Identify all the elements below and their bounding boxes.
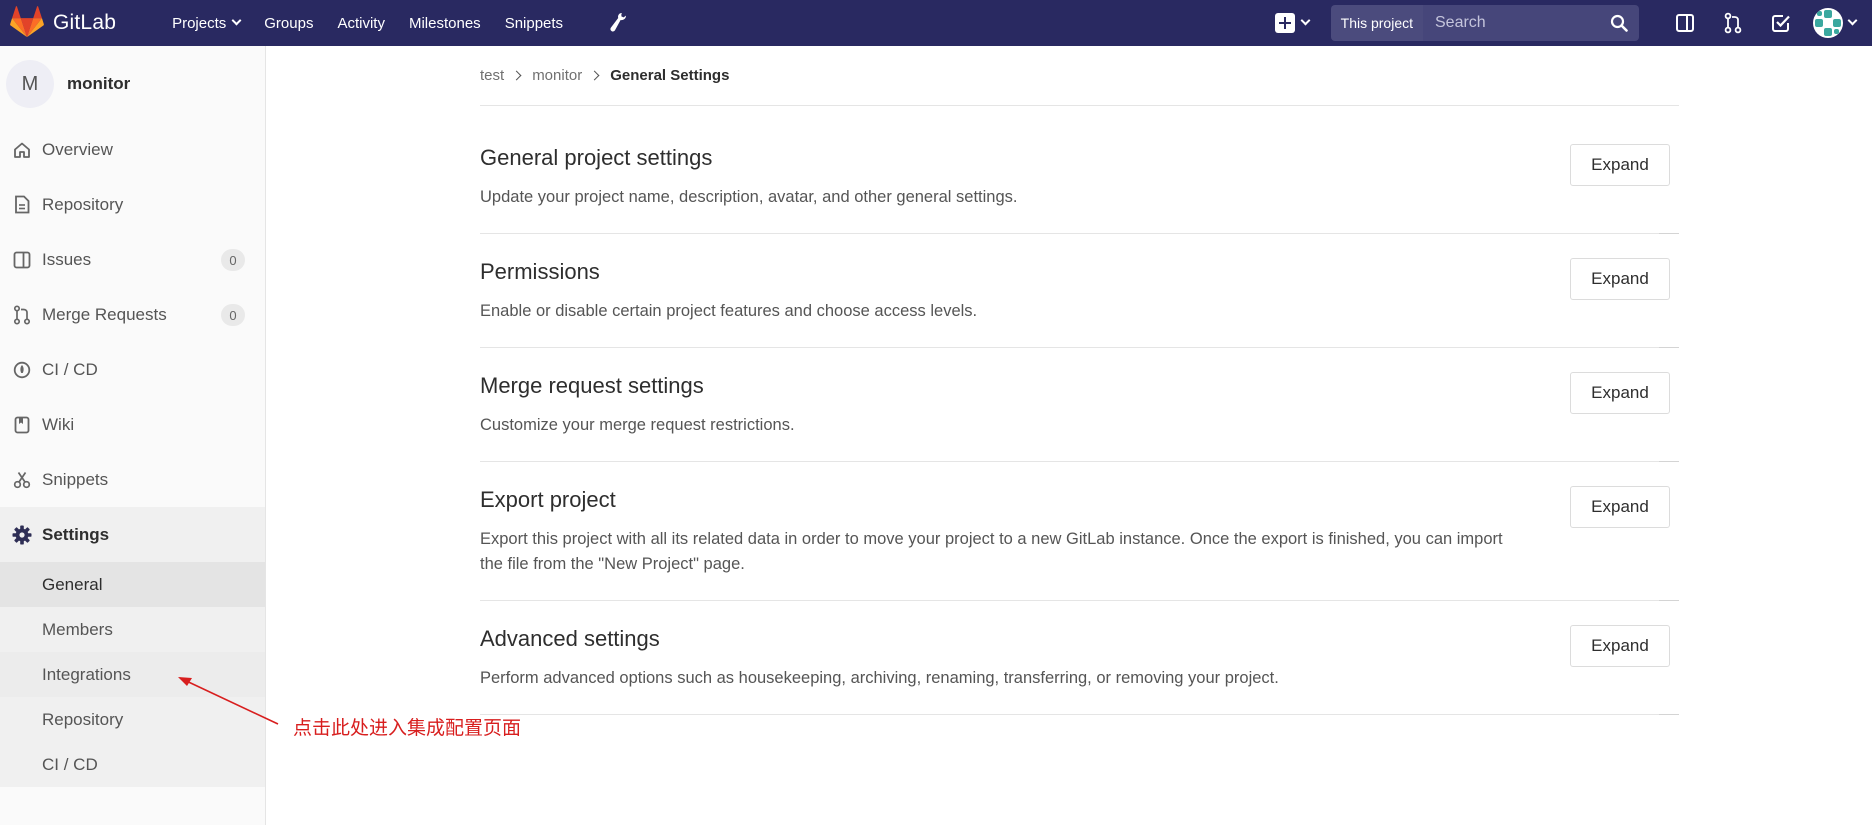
section-description: Enable or disable certain project featur… [480, 302, 978, 320]
sidebar-item-label: Settings [42, 524, 110, 544]
expand-button-advanced[interactable]: Expand [1570, 625, 1670, 667]
search-input[interactable] [1423, 5, 1599, 41]
search-box: This project [1330, 5, 1639, 41]
sidebar-item-wiki[interactable]: Wiki [0, 397, 265, 452]
settings-sub-general[interactable]: General [0, 562, 265, 607]
gitlab-home-link[interactable]: GitLab [0, 0, 116, 46]
project-name: monitor [67, 74, 131, 93]
settings-section-merge-requests: Merge request settings Customize your me… [480, 348, 1679, 462]
search-icon [1610, 14, 1628, 32]
search-button[interactable] [1599, 5, 1639, 41]
section-divider [1659, 714, 1679, 715]
rocket-icon [12, 360, 32, 380]
search-scope-badge[interactable]: This project [1330, 5, 1423, 41]
breadcrumb-link-test[interactable]: test [480, 67, 504, 84]
nav-activity-label: Activity [337, 14, 385, 32]
merge-request-icon [1724, 12, 1742, 34]
book-icon [12, 415, 32, 435]
nav-milestones[interactable]: Milestones [397, 0, 493, 46]
annotation-arrow-icon [178, 677, 279, 725]
settings-section-permissions: Permissions Enable or disable certain pr… [480, 234, 1679, 348]
nav-projects[interactable]: Projects [160, 0, 252, 46]
settings-sub-members[interactable]: Members [0, 607, 265, 652]
section-title: Permissions [480, 259, 600, 284]
nav-snippets[interactable]: Snippets [493, 0, 575, 46]
brand-name: GitLab [53, 11, 117, 34]
sidebar-item-issues[interactable]: Issues 0 [0, 232, 265, 287]
expand-button-export[interactable]: Expand [1570, 486, 1670, 528]
section-description: Customize your merge request restriction… [480, 416, 795, 434]
user-avatar[interactable] [1813, 8, 1843, 38]
sidebar-item-label: Merge Requests [42, 304, 167, 324]
chevron-right-icon [589, 70, 600, 81]
sidebar-item-snippets[interactable]: Snippets [0, 452, 265, 507]
scissors-icon [12, 470, 32, 490]
plus-icon [1274, 13, 1295, 33]
sidebar-item-label: Repository [42, 194, 124, 214]
main-nav: Projects Groups Activity Milestones Snip… [160, 0, 575, 46]
home-icon [12, 140, 32, 160]
sidebar-item-label: Overview [42, 139, 113, 159]
top-navbar: GitLab Projects Groups Activity Mileston… [0, 0, 1872, 46]
settings-sub-ci-cd[interactable]: CI / CD [0, 742, 265, 787]
nav-snippets-label: Snippets [504, 14, 564, 32]
project-avatar: M [6, 60, 54, 108]
settings-section-advanced: Advanced settings Perform advanced optio… [480, 601, 1679, 715]
sidebar-item-merge-requests[interactable]: Merge Requests 0 [0, 287, 265, 342]
merge-request-icon [12, 304, 32, 325]
section-description: Perform advanced options such as houseke… [480, 669, 1279, 687]
navbar-right: This project [1274, 0, 1872, 46]
section-title: General project settings [480, 145, 713, 170]
chevron-right-icon [511, 70, 522, 81]
sidebar-item-label: CI / CD [42, 359, 98, 379]
issues-count-badge: 0 [221, 249, 245, 271]
expand-button-permissions[interactable]: Expand [1570, 258, 1670, 300]
breadcrumb-current[interactable]: General Settings [610, 67, 729, 84]
breadcrumb: test monitor General Settings [480, 46, 1679, 106]
issues-icon [1676, 14, 1694, 32]
annotation-text: 点击此处进入集成配置页面 [293, 717, 522, 739]
expand-button-general[interactable]: Expand [1570, 144, 1670, 186]
nav-groups[interactable]: Groups [252, 0, 325, 46]
settings-section-export: Export project Export this project with … [480, 462, 1679, 601]
checkbox-icon [1772, 15, 1790, 32]
sidebar-item-ci-cd[interactable]: CI / CD [0, 342, 265, 397]
todo-sidebar-toggle[interactable] [1661, 0, 1709, 46]
gear-icon [12, 525, 32, 545]
section-description: Export this project with all its related… [480, 530, 1503, 573]
sidebar-item-repository[interactable]: Repository [0, 177, 265, 232]
admin-area-link[interactable] [609, 0, 627, 46]
chevron-down-icon [231, 15, 242, 26]
file-icon [12, 195, 32, 215]
gitlab-logo-icon [10, 6, 44, 38]
chevron-down-icon[interactable] [1847, 15, 1858, 26]
sidebar-item-overview[interactable]: Overview [0, 122, 265, 177]
expand-button-merge-requests[interactable]: Expand [1570, 372, 1670, 414]
merge-requests-link[interactable] [1709, 0, 1757, 46]
merge-requests-count-badge: 0 [221, 304, 245, 326]
project-header[interactable]: M monitor [0, 46, 265, 122]
settings-section-general: General project settings Update your pro… [480, 106, 1679, 234]
section-description: Update your project name, description, a… [480, 188, 1018, 206]
nav-groups-label: Groups [264, 14, 314, 32]
breadcrumb-link-monitor[interactable]: monitor [532, 67, 582, 84]
new-dropdown[interactable] [1274, 13, 1311, 33]
main-content: test monitor General Settings General pr… [480, 46, 1679, 715]
nav-milestones-label: Milestones [408, 14, 481, 32]
nav-activity[interactable]: Activity [325, 0, 397, 46]
sidebar-item-label: Wiki [42, 414, 75, 434]
section-title: Export project [480, 487, 616, 512]
issues-icon [12, 250, 32, 270]
wrench-icon [610, 13, 627, 32]
sidebar-item-label: Issues [42, 249, 92, 269]
todos-link[interactable] [1757, 0, 1805, 46]
section-title: Advanced settings [480, 626, 660, 651]
sidebar-item-label: Snippets [42, 469, 109, 489]
section-title: Merge request settings [480, 373, 704, 398]
chevron-down-icon [1300, 15, 1311, 26]
nav-projects-label: Projects [172, 14, 227, 32]
sidebar-item-settings[interactable]: Settings [0, 507, 265, 562]
